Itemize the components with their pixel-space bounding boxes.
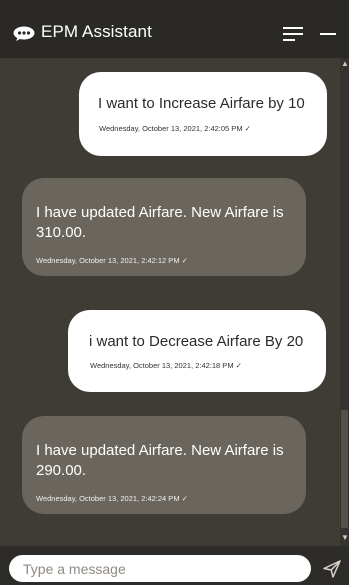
scrollbar-thumb[interactable]: [341, 410, 348, 528]
user-message: I want to Increase Airfare by 10 Wednesd…: [79, 72, 327, 156]
message-input[interactable]: [9, 555, 311, 582]
user-message: i want to Decrease Airfare By 20 Wednesd…: [68, 310, 326, 392]
message-timestamp: Wednesday, October 13, 2021, 2:42:12 PM …: [36, 256, 188, 265]
message-text: I have updated Airfare. New Airfare is 2…: [36, 442, 284, 479]
bot-message: I have updated Airfare. New Airfare is 2…: [22, 416, 306, 514]
menu-icon[interactable]: [283, 26, 303, 42]
scroll-down-arrow-icon[interactable]: ▼: [341, 534, 349, 542]
chat-header: EPM Assistant: [0, 0, 349, 58]
message-timestamp: Wednesday, October 13, 2021, 2:42:05 PM …: [99, 124, 251, 133]
message-timestamp: Wednesday, October 13, 2021, 2:42:24 PM …: [36, 494, 188, 503]
message-timestamp: Wednesday, October 13, 2021, 2:42:18 PM …: [90, 361, 242, 370]
bot-message: I have updated Airfare. New Airfare is 3…: [22, 178, 306, 276]
message-text: I have updated Airfare. New Airfare is 3…: [36, 204, 284, 241]
chat-bubble-icon: [13, 26, 35, 41]
minimize-icon[interactable]: [320, 33, 336, 35]
header-title: EPM Assistant: [41, 22, 152, 41]
message-text: i want to Decrease Airfare By 20: [89, 333, 304, 350]
message-text: I want to Increase Airfare by 10: [98, 95, 305, 112]
scroll-up-arrow-icon[interactable]: ▲: [341, 60, 349, 68]
send-icon[interactable]: [322, 559, 342, 579]
